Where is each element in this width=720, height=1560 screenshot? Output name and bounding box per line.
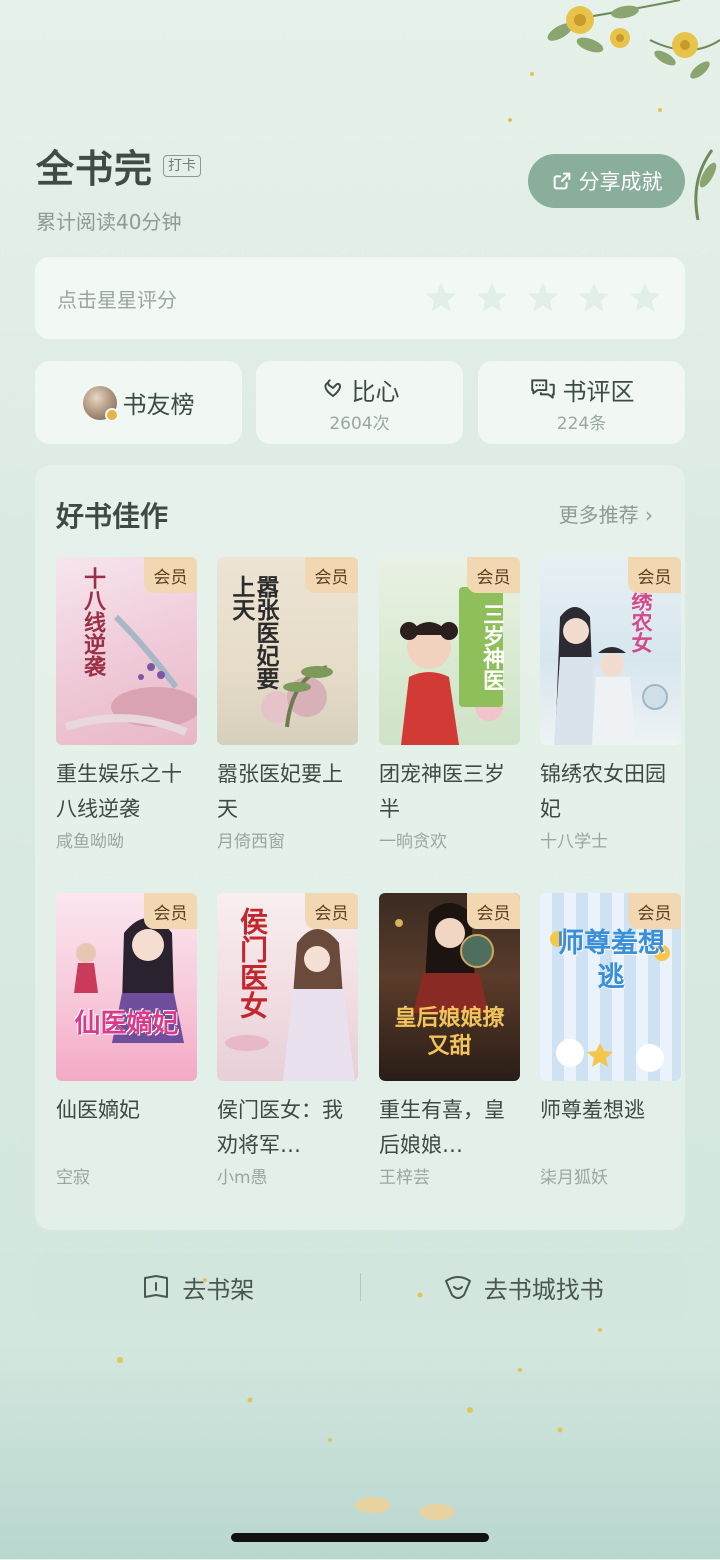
rating-hint: 点击星星评分 <box>57 287 177 312</box>
comments-card[interactable]: 书评区 224条 <box>478 361 685 444</box>
book-card[interactable]: 师尊羞想逃 会员 师尊羞想逃 柒月狐妖 <box>540 893 681 1188</box>
book-cover[interactable]: 嚣张医妃要上天 会员 <box>217 557 358 745</box>
cover-title: 侯门医女 <box>236 907 269 1019</box>
book-author: 月倚西窗 <box>217 832 285 852</box>
book-title[interactable]: 师尊羞想逃 <box>540 1093 681 1163</box>
go-bookshelf-button[interactable]: 去书架 <box>35 1253 360 1321</box>
cover-title: 十八线逆袭 <box>80 567 106 677</box>
avatar <box>82 385 119 422</box>
book-cover[interactable]: 侯门医女 会员 <box>217 893 358 1081</box>
star-icon-3[interactable] <box>525 280 561 316</box>
book-cover[interactable]: 锦绣农女 会员 <box>540 557 681 745</box>
header-title-group: 全书完 打卡 <box>36 138 202 193</box>
cover-title: 三岁神医 <box>459 587 505 707</box>
share-icon <box>553 172 570 190</box>
bookstore-icon <box>444 1276 471 1299</box>
vip-tag: 会员 <box>628 557 681 593</box>
cover-title: 仙医嫡妃 <box>74 1009 179 1039</box>
book-cover[interactable]: 师尊羞想逃 会员 <box>540 893 681 1081</box>
book-title[interactable]: 锦绣农女田园妃 <box>540 757 681 827</box>
book-title[interactable]: 嚣张医妃要上天 <box>217 757 358 827</box>
bookshelf-icon <box>144 1275 169 1298</box>
comments-label: 书评区 <box>562 377 635 406</box>
book-author: 空寂 <box>56 1168 90 1188</box>
book-title[interactable]: 侯门医女：我劝将军… <box>217 1093 358 1163</box>
vip-tag: 会员 <box>628 893 681 929</box>
star-icon-4[interactable] <box>576 280 612 316</box>
comment-icon <box>530 379 555 399</box>
book-title[interactable]: 仙医嫡妃 <box>56 1093 197 1163</box>
cover-title: 嚣张医妃要上天 <box>227 575 279 690</box>
go-bookstore-button[interactable]: 去书城找书 <box>361 1253 686 1321</box>
more-recommend-link[interactable]: 更多推荐 › <box>559 499 653 528</box>
star-icon-1[interactable] <box>423 280 459 316</box>
reading-time: 累计阅读40分钟 <box>36 210 182 234</box>
friends-rank-card[interactable]: 书友榜 <box>35 361 242 444</box>
cover-title: 皇后娘娘撩又甜 <box>394 1005 505 1059</box>
book-card[interactable]: 侯门医女 会员 侯门医女：我劝将军… 小m愚 <box>217 893 358 1188</box>
vip-tag: 会员 <box>305 557 358 593</box>
star-rating <box>423 280 663 316</box>
recommend-panel: 好书佳作 更多推荐 › 十八线逆袭 会员 重生娱乐之十八线逆袭 咸鱼呦呦 嚣张医… <box>35 465 685 1230</box>
share-achievement-button[interactable]: 分享成就 <box>528 154 685 208</box>
book-card[interactable]: 十八线逆袭 会员 重生娱乐之十八线逆袭 咸鱼呦呦 <box>56 557 197 852</box>
book-cover[interactable]: 三岁神医 会员 <box>379 557 520 745</box>
book-card[interactable]: 锦绣农女 会员 锦绣农女田园妃 十八学士 <box>540 557 681 852</box>
page-title: 全书完 <box>36 147 154 191</box>
book-author: 一晌贪欢 <box>379 832 447 852</box>
book-card[interactable]: 嚣张医妃要上天 会员 嚣张医妃要上天 月倚西窗 <box>217 557 358 852</box>
book-title[interactable]: 团宠神医三岁半 <box>379 757 520 827</box>
book-title[interactable]: 重生有喜，皇后娘娘… <box>379 1093 520 1163</box>
book-author: 咸鱼呦呦 <box>56 832 124 852</box>
book-author: 王梓芸 <box>379 1168 430 1188</box>
vip-tag: 会员 <box>144 557 197 593</box>
book-card[interactable]: 仙医嫡妃 会员 仙医嫡妃 空寂 <box>56 893 197 1188</box>
book-author: 小m愚 <box>217 1168 268 1188</box>
vip-tag: 会员 <box>305 893 358 929</box>
book-cover[interactable]: 十八线逆袭 会员 <box>56 557 197 745</box>
home-indicator[interactable] <box>231 1533 489 1542</box>
comments-count: 224条 <box>556 413 607 434</box>
book-card[interactable]: 皇后娘娘撩又甜 会员 重生有喜，皇后娘娘… 王梓芸 <box>379 893 520 1188</box>
share-label: 分享成就 <box>578 170 663 194</box>
go-bookstore-label: 去书城找书 <box>483 1275 604 1304</box>
book-cover[interactable]: 仙医嫡妃 会员 <box>56 893 197 1081</box>
recommend-title: 好书佳作 <box>56 500 169 533</box>
checkin-badge[interactable]: 打卡 <box>163 154 202 177</box>
rating-card: 点击星星评分 <box>35 257 685 339</box>
cover-title: 师尊羞想逃 <box>557 928 665 993</box>
go-bookshelf-label: 去书架 <box>182 1275 255 1304</box>
heart-hand-icon <box>323 379 341 398</box>
avatar-badge-icon <box>104 407 119 422</box>
vip-tag: 会员 <box>467 893 520 929</box>
book-author: 十八学士 <box>540 832 608 852</box>
friends-rank-label: 书友榜 <box>122 391 195 419</box>
book-card[interactable]: 三岁神医 会员 团宠神医三岁半 一晌贪欢 <box>379 557 520 852</box>
book-author: 柒月狐妖 <box>540 1168 608 1188</box>
heart-count: 2604次 <box>329 413 390 434</box>
vip-tag: 会员 <box>467 557 520 593</box>
star-icon-2[interactable] <box>474 280 510 316</box>
heart-card[interactable]: 比心 2604次 <box>256 361 463 444</box>
book-cover[interactable]: 皇后娘娘撩又甜 会员 <box>379 893 520 1081</box>
vip-tag: 会员 <box>144 893 197 929</box>
star-icon-5[interactable] <box>627 280 663 316</box>
heart-label: 比心 <box>351 377 400 406</box>
book-title[interactable]: 重生娱乐之十八线逆袭 <box>56 757 197 827</box>
bottom-action-bar: 去书架 去书城找书 <box>35 1253 685 1321</box>
